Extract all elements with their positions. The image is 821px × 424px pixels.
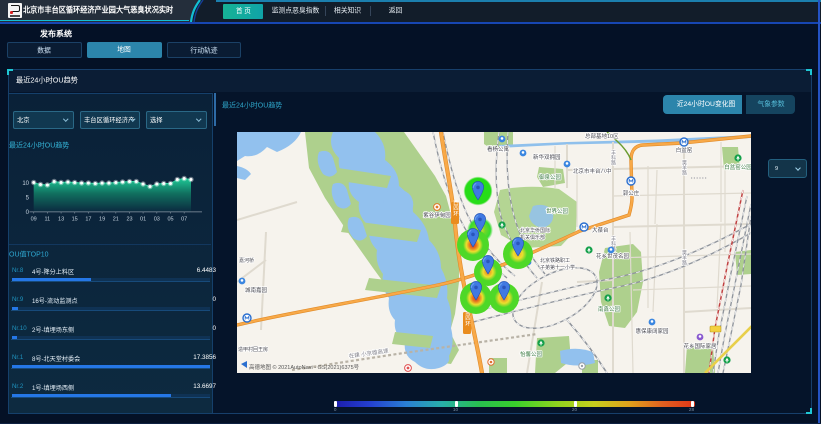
svg-text:机关俱乐部: 机关俱乐部 (520, 234, 545, 241)
svg-text:造甲村回王房: 造甲村回王房 (238, 346, 268, 353)
svg-text:17: 17 (85, 217, 91, 223)
svg-text:新华双拥园: 新华双拥园 (533, 153, 561, 161)
svg-text:07: 07 (181, 217, 187, 223)
svg-text:13: 13 (58, 217, 64, 223)
svg-text:白盆窑: 白盆窑 (676, 146, 693, 154)
svg-text:高德地图 © 2021AutoNavi - GS(2021): 高德地图 © 2021AutoNavi - GS(2021)6375号 (249, 363, 360, 371)
svg-text:紫谷伊甸园: 紫谷伊甸园 (423, 211, 451, 219)
svg-text:惠保康阔家园: 惠保康阔家园 (635, 327, 669, 335)
svg-text:11: 11 (45, 217, 51, 223)
svg-text:子弟第十一小学: 子弟第十一小学 (540, 264, 575, 271)
svg-text:城南嘉园: 城南嘉园 (245, 286, 268, 294)
svg-text:花乡世茂名园: 花乡世茂名园 (596, 252, 630, 260)
svg-text:0: 0 (26, 210, 30, 216)
svg-text:南鑫公园: 南鑫公园 (598, 305, 621, 313)
svg-text:总部基地10区: 总部基地10区 (585, 132, 619, 140)
svg-text:北京市丰台八中: 北京市丰台八中 (573, 167, 612, 175)
svg-text:09: 09 (31, 217, 37, 223)
svg-text:郭公庄: 郭公庄 (623, 189, 640, 197)
svg-text:丰科路: 丰科路 (610, 149, 616, 166)
svg-text:23: 23 (126, 217, 132, 223)
svg-text:10: 10 (22, 181, 29, 187)
svg-text:北京铁路职工: 北京铁路职工 (540, 257, 570, 264)
svg-text:白盆窑公园: 白盆窑公园 (724, 163, 751, 171)
svg-text:御泉公园: 御泉公园 (539, 173, 562, 181)
svg-text:19: 19 (99, 217, 105, 223)
svg-text:15: 15 (72, 217, 78, 223)
svg-text:樊羊路: 樊羊路 (681, 159, 687, 176)
svg-text:世界公园: 世界公园 (546, 207, 569, 215)
svg-text:21: 21 (113, 217, 119, 223)
svg-text:03: 03 (154, 217, 160, 223)
svg-text:樊羊路: 樊羊路 (681, 249, 687, 266)
svg-text:嘉河桥: 嘉河桥 (239, 257, 254, 264)
svg-text:怡馨公园: 怡馨公园 (520, 350, 543, 358)
svg-text:西四环: 西四环 (452, 200, 459, 218)
svg-text:花乡国际家居: 花乡国际家居 (683, 342, 717, 350)
svg-text:01: 01 (140, 217, 146, 223)
svg-text:看杨公寓: 看杨公寓 (487, 145, 510, 153)
svg-text:大葆台: 大葆台 (592, 226, 609, 234)
svg-text:北京华侨国际: 北京华侨国际 (520, 227, 550, 234)
svg-text:05: 05 (167, 217, 173, 223)
svg-text:5: 5 (26, 195, 30, 201)
